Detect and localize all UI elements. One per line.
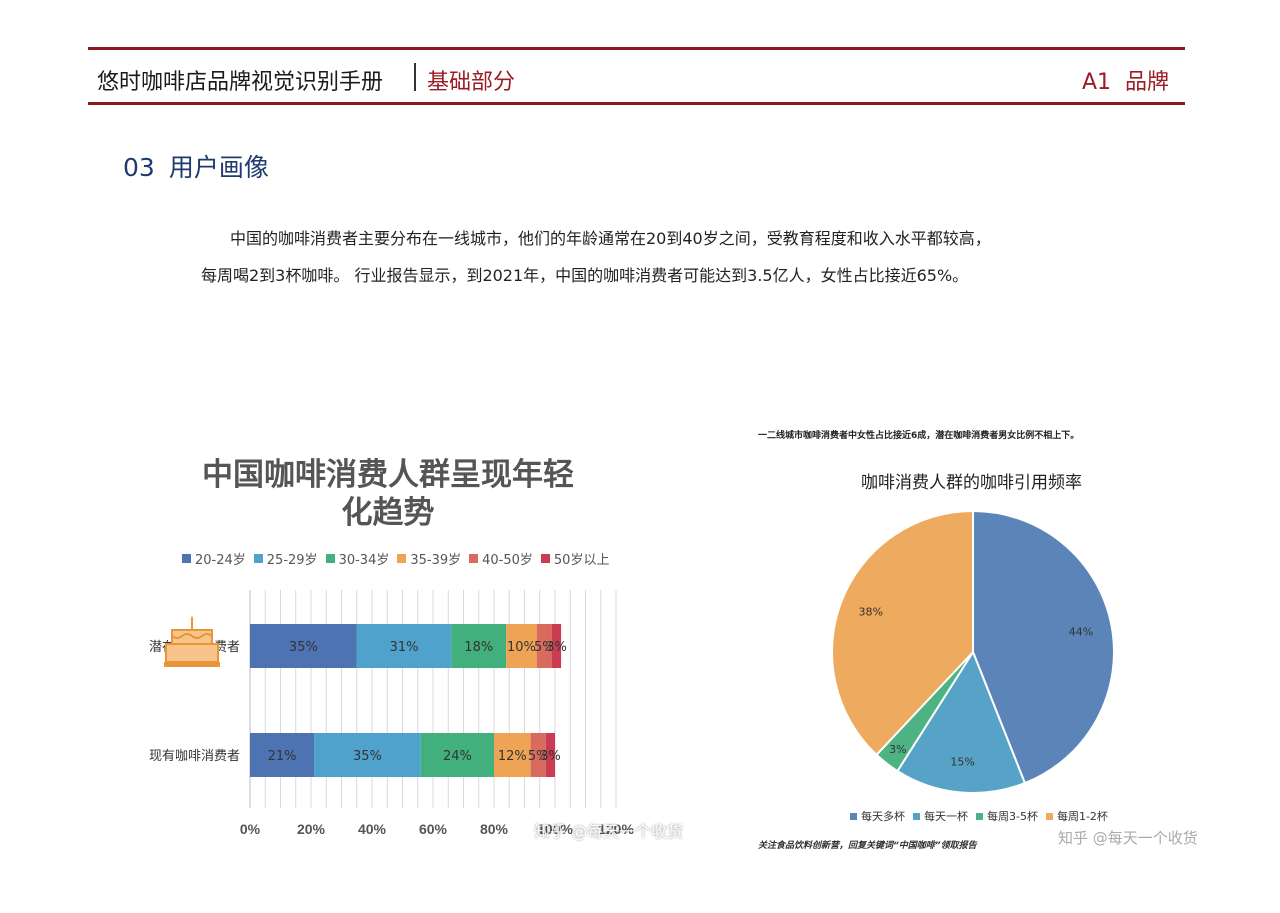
x-tick-label: 80% (480, 821, 509, 837)
legend-swatch (850, 812, 857, 820)
legend-swatch (325, 554, 335, 563)
legend-label: 每天多杯 (861, 810, 905, 823)
legend-label: 50岁以上 (553, 553, 610, 568)
legend-swatch (469, 554, 479, 563)
pie-legend-item-3: 每周1-2杯 (1045, 808, 1108, 824)
paragraph-line-2: 每周喝2到3杯咖啡。 行业报告显示，到2021年，中国的咖啡消费者可能达到3.5… (201, 266, 969, 285)
legend-swatch (976, 812, 983, 820)
bar-data-label: 3% (540, 749, 561, 764)
legend-item-0: 20-24岁 (182, 549, 246, 568)
pie-data-label: 15% (950, 755, 974, 768)
x-tick-label: 0% (240, 821, 261, 837)
legend-label: 30-34岁 (338, 553, 390, 568)
legend-item-2: 30-34岁 (325, 549, 390, 568)
pie-chart-title: 咖啡消费人群的咖啡引用频率 (861, 473, 1082, 493)
section-heading: 03 用户画像 (123, 148, 269, 184)
x-tick-label: 40% (358, 821, 387, 837)
legend-label: 35-39岁 (410, 553, 462, 568)
bar-chart-legend: 20-24岁 25-29岁 30-34岁 35-39岁 40-50岁 50岁以上 (182, 549, 609, 568)
bar-data-label: 35% (353, 749, 382, 764)
bar-data-label: 3% (546, 640, 567, 655)
header-top-rule (88, 47, 1185, 50)
pie-figure-note: 一二线城市咖啡消费者中女性占比接近6成，潜在咖啡消费者男女比例不相上下。 (758, 431, 1080, 441)
header-right: A1 品牌 (1082, 64, 1169, 96)
page-code: A1 (1081, 70, 1111, 95)
legend-swatch (182, 554, 191, 563)
bar-data-label: 35% (289, 640, 318, 655)
category-label: 现有咖啡消费者 (149, 749, 240, 764)
bar-data-label: 12% (498, 749, 527, 764)
legend-swatch (253, 554, 263, 563)
bar-chart-title: 中国咖啡消费人群呈现年轻化趋势 (202, 457, 574, 531)
paragraph-line-1: 中国的咖啡消费者主要分布在一线城市，他们的年龄通常在20到40岁之间，受教育程度… (230, 229, 991, 248)
x-tick-label: 20% (297, 821, 326, 837)
x-tick-label: 60% (419, 821, 448, 837)
pie-footnote: 关注食品饮料创新营，回复关键词“中国咖啡”领取报告 (758, 841, 977, 851)
pie-chart: 44% 15% 3% 38% (831, 509, 1115, 794)
header-separator (414, 63, 416, 91)
manual-title: 悠时咖啡店品牌视觉识别手册 (97, 70, 384, 95)
section-title: 用户画像 (168, 153, 269, 182)
bar-data-label: 10% (507, 640, 536, 655)
page-category: 品牌 (1124, 70, 1169, 95)
legend-item-1: 25-29岁 (253, 549, 318, 568)
pie-data-label: 44% (1069, 625, 1093, 638)
pie-data-label: 3% (889, 743, 906, 756)
legend-label: 25-29岁 (266, 553, 318, 568)
left-watermark: 知乎 @每天一个收货 (534, 822, 684, 841)
pie-data-label: 38% (859, 606, 883, 619)
pie-chart-legend: 每天多杯 每天一杯 每周3-5杯 每周1-2杯 (850, 808, 1108, 824)
section-number: 03 (123, 153, 155, 182)
pie-legend-item-2: 每周3-5杯 (976, 808, 1038, 824)
right-watermark: 知乎 @每天一个收货 (1058, 829, 1198, 847)
intro-paragraph: 中国的咖啡消费者主要分布在一线城市，他们的年龄通常在20到40岁之间，受教育程度… (201, 220, 1101, 294)
header-bottom-rule (88, 102, 1185, 105)
legend-item-5: 50岁以上 (540, 549, 610, 568)
legend-label: 每周3-5杯 (987, 810, 1038, 823)
bar-data-label: 18% (464, 640, 493, 655)
legend-swatch (1045, 812, 1053, 820)
bar-data-label: 24% (443, 749, 472, 764)
pie-legend-item-1: 每天一杯 (913, 808, 968, 824)
legend-label: 每周1-2杯 (1056, 810, 1108, 823)
bar-data-label: 31% (390, 640, 419, 655)
legend-label: 20-24岁 (195, 553, 246, 568)
legend-label: 每天一杯 (924, 810, 968, 823)
legend-swatch (397, 554, 407, 563)
pie-legend-item-0: 每天多杯 (850, 808, 905, 824)
legend-swatch (913, 812, 920, 820)
section-label: 基础部分 (427, 70, 516, 95)
legend-label: 40-50岁 (482, 553, 533, 568)
bar-data-label: 21% (268, 749, 297, 764)
birthday-cake-icon (164, 616, 220, 667)
legend-item-4: 40-50岁 (469, 549, 533, 568)
legend-swatch (540, 554, 550, 563)
legend-item-3: 35-39岁 (397, 549, 461, 568)
